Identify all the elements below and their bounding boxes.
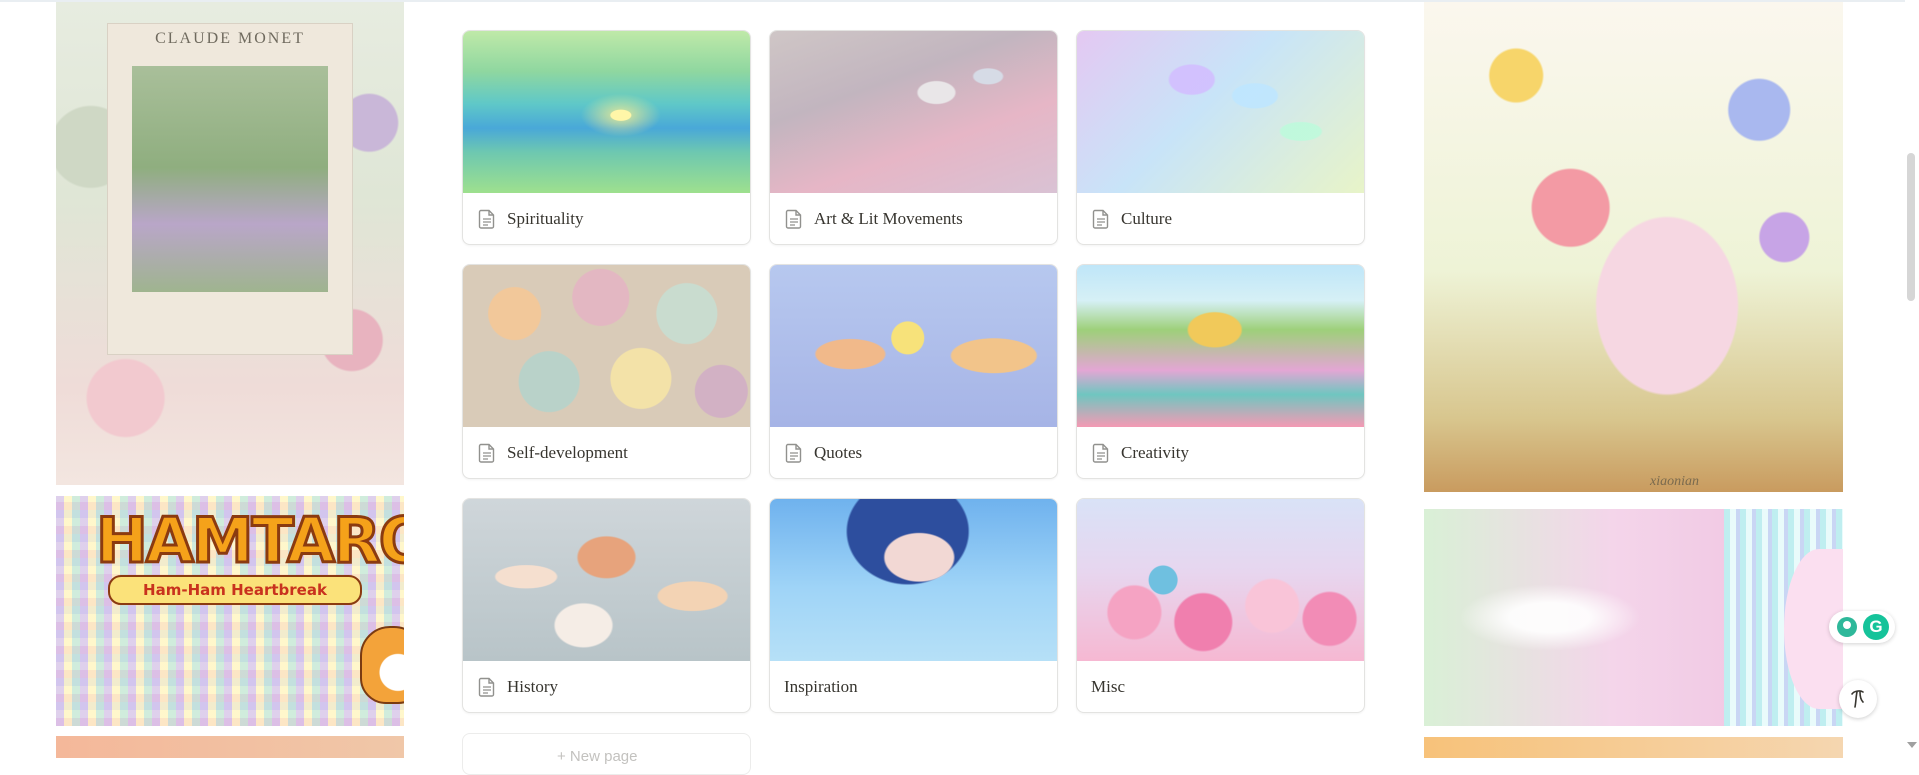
card-cover (1077, 499, 1364, 661)
card-title: Quotes (814, 442, 863, 462)
hamster-character (360, 626, 404, 704)
artist-signature: xiaonian (1650, 474, 1699, 489)
card-title: Self-development (507, 442, 628, 462)
pastel-profile-artwork (1424, 509, 1843, 726)
hamtaro-poster-image: HAMTARO Ham-Ham Heartbreak (56, 496, 404, 726)
peach-image-strip (56, 736, 404, 758)
page-icon (1092, 209, 1110, 229)
gallery-card-creativity[interactable]: Creativity (1076, 264, 1365, 479)
card-title: Misc (1091, 676, 1125, 696)
card-title: Spirituality (507, 208, 584, 228)
gallery-card-history[interactable]: History (462, 498, 751, 713)
hamtaro-subtitle: Ham-Ham Heartbreak (108, 575, 362, 605)
gallery-card-inspiration[interactable]: Inspiration (769, 498, 1058, 713)
gallery-card-spirituality[interactable]: Spirituality (462, 30, 751, 245)
new-page-button[interactable]: + New page (462, 733, 751, 775)
gallery-card-art-lit-movements[interactable]: Art & Lit Movements (769, 30, 1058, 245)
page-icon (1092, 443, 1110, 463)
scrollbar-thumb[interactable] (1907, 153, 1915, 301)
gallery-card-self-development[interactable]: Self-development (462, 264, 751, 479)
card-label-row: Art & Lit Movements (770, 193, 1057, 244)
card-label-row: History (463, 661, 750, 712)
card-cover (770, 31, 1057, 193)
card-label-row: Self-development (463, 427, 750, 478)
help-icon (1851, 690, 1864, 708)
card-cover (463, 265, 750, 427)
card-title: Inspiration (784, 676, 858, 696)
card-label-row: Creativity (1077, 427, 1364, 478)
orange-image-strip (1424, 737, 1843, 758)
card-label-row: Spirituality (463, 193, 750, 244)
hamtaro-logo: HAMTARO (95, 504, 405, 577)
garden-painting (132, 66, 328, 292)
card-title: Culture (1121, 208, 1172, 228)
card-cover (463, 499, 750, 661)
scroll-down-arrow-icon[interactable] (1907, 742, 1917, 748)
monet-caption: CLAUDE MONET (155, 30, 305, 47)
gallery-card-misc[interactable]: Misc (1076, 498, 1365, 713)
card-title: Art & Lit Movements (814, 208, 963, 228)
page-icon (785, 443, 803, 463)
extension-widget[interactable]: G (1829, 611, 1895, 643)
flower-bedroom-artwork: xiaonian (1424, 2, 1843, 492)
card-label-row: Misc (1077, 661, 1364, 712)
card-label-row: Inspiration (770, 661, 1057, 712)
grammarly-icon[interactable]: G (1863, 614, 1889, 640)
page-icon (478, 677, 496, 697)
card-cover (463, 31, 750, 193)
scrollbar-track[interactable] (1905, 0, 1919, 758)
monet-poster-image: CLAUDE MONET (56, 2, 404, 485)
card-label-row: Culture (1077, 193, 1364, 244)
gallery-card-quotes[interactable]: Quotes (769, 264, 1058, 479)
new-page-label: + New page (557, 748, 638, 765)
card-cover (770, 265, 1057, 427)
card-cover (1077, 31, 1364, 193)
page-icon (785, 209, 803, 229)
page-icon (478, 209, 496, 229)
card-label-row: Quotes (770, 427, 1057, 478)
help-button[interactable] (1839, 680, 1877, 718)
card-title: Creativity (1121, 442, 1189, 462)
card-title: History (507, 676, 558, 696)
gallery-card-culture[interactable]: Culture (1076, 30, 1365, 245)
card-cover (770, 499, 1057, 661)
card-cover (1077, 265, 1364, 427)
bulb-extension-icon[interactable] (1837, 617, 1857, 637)
page-icon (478, 443, 496, 463)
